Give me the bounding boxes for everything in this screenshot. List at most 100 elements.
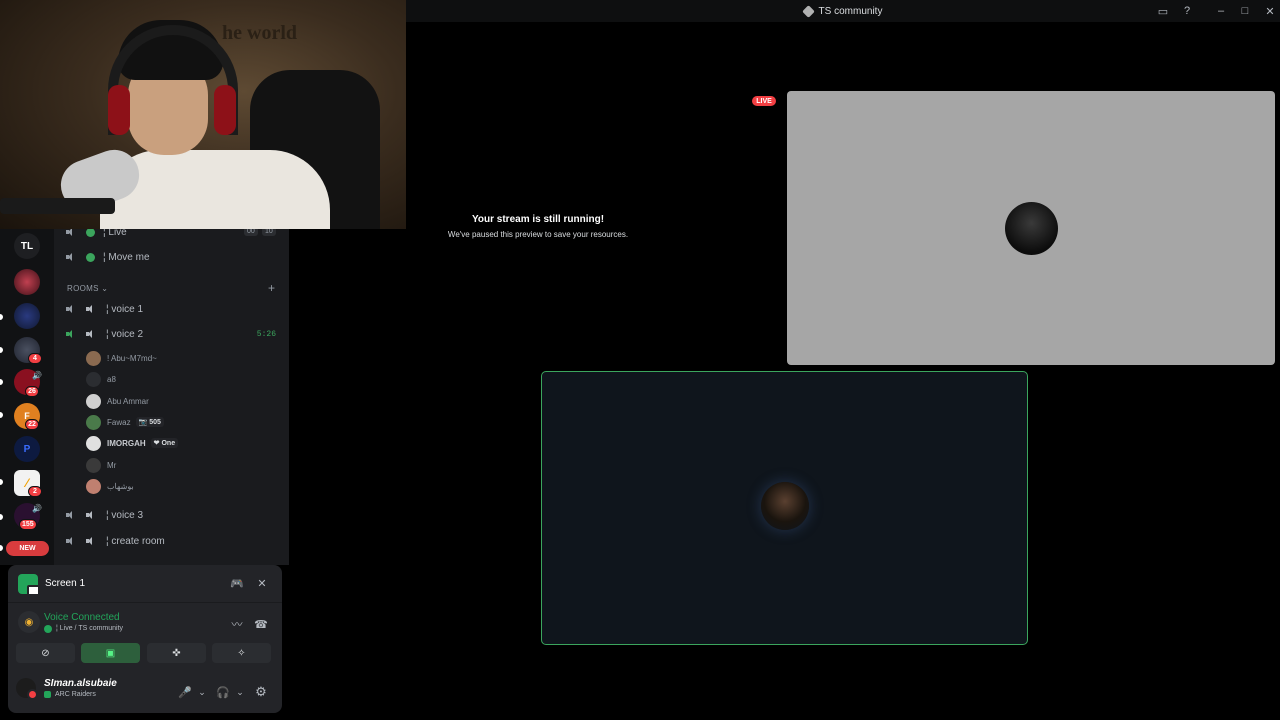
wall-text: he world — [222, 22, 297, 44]
voice-user[interactable]: ! Abu~M7md~ — [86, 350, 157, 366]
category-rooms[interactable]: ROOMS ⌄ — [67, 284, 108, 293]
mention-badge: 155 — [19, 519, 37, 530]
channel-timer: 5:26 — [256, 330, 276, 339]
server-item[interactable] — [14, 303, 40, 329]
server-label: P — [23, 443, 31, 455]
avatar — [86, 414, 101, 430]
screen-label: Screen 1 — [45, 578, 86, 589]
avatar — [86, 350, 101, 366]
avatar — [86, 371, 101, 387]
game-controller-icon[interactable]: 🎮 — [229, 575, 245, 591]
channel-live[interactable]: ¦ Live 00 10 — [66, 229, 278, 240]
noise-suppression-icon[interactable]: 〰 — [229, 616, 245, 632]
participant-tile-speaking[interactable] — [541, 371, 1028, 645]
new-pill[interactable]: NEW — [6, 541, 49, 556]
unread-pip — [0, 347, 3, 353]
voice-channel[interactable]: ¦ Live / TS community — [56, 625, 123, 632]
paused-body: We've paused this preview to save your r… — [447, 230, 629, 239]
rss-icon: ◉ — [18, 611, 40, 633]
channel-voice-1[interactable]: ¦ voice 1 — [66, 301, 143, 317]
voice-icon — [86, 304, 96, 314]
close-icon[interactable]: ✕ — [1262, 3, 1278, 19]
voice-user[interactable]: بوشهاب — [86, 478, 134, 494]
webcam-overlay: he world — [0, 0, 406, 229]
speaker-icon — [66, 229, 76, 237]
unread-pip — [0, 314, 3, 320]
unread-pip — [0, 545, 3, 551]
disconnect-icon[interactable]: ☎ — [253, 616, 269, 632]
voice-user[interactable]: a8 — [86, 371, 116, 387]
user-name: Abu Ammar — [107, 396, 149, 406]
channel-voice-2[interactable]: ¦ voice 2 — [66, 326, 143, 342]
headphone-cup-left — [108, 85, 130, 135]
stop-stream-icon[interactable]: ✕ — [254, 575, 270, 591]
speaker-icon — [66, 329, 76, 339]
voice-user[interactable]: Fawaz 📷 505 — [86, 414, 164, 430]
game-icon — [44, 691, 51, 698]
participant-tile[interactable] — [787, 91, 1275, 365]
server-tl[interactable]: TL — [14, 233, 40, 259]
voice-connected: ◉ Voice Connected ¦ Live / TS community — [18, 611, 123, 633]
window-title: TS community — [801, 4, 883, 18]
voice-speaker-icon: 🔊 — [32, 371, 42, 380]
unread-pip — [0, 479, 3, 485]
server-icon — [801, 4, 815, 18]
headphone-cup-right — [214, 85, 236, 135]
chevron-down-icon[interactable]: ⌄ — [194, 684, 210, 700]
mention-badge: 26 — [25, 386, 39, 397]
chevron-down-icon[interactable]: ⌄ — [232, 684, 248, 700]
mention-badge: 2 — [28, 486, 42, 497]
avatar — [86, 435, 101, 451]
user-tag: ❤ One — [150, 438, 179, 448]
maximize-icon[interactable]: □ — [1237, 3, 1253, 19]
screen-share-icon — [18, 573, 40, 596]
server-p[interactable]: P — [14, 436, 40, 462]
minimize-icon[interactable]: – — [1213, 3, 1229, 19]
channel-name: ¦ voice 3 — [106, 509, 144, 521]
speaker-icon — [66, 510, 76, 520]
voice-status[interactable]: Voice Connected — [44, 612, 123, 623]
user-limit: 10 — [262, 229, 276, 236]
window-title-text: TS community — [818, 5, 883, 17]
unread-pip — [0, 379, 3, 385]
user-name: Fawaz — [107, 417, 131, 427]
voice-user[interactable]: IMORGAH ❤ One — [86, 435, 179, 451]
channel-name: ¦ create room — [106, 535, 165, 547]
user-count: 00 — [244, 229, 258, 236]
avatar — [761, 482, 809, 530]
speaker-icon — [66, 252, 76, 262]
headset-icon[interactable]: 🎧 — [215, 684, 231, 700]
user-name: بوشهاب — [107, 481, 134, 491]
voice-speaker-icon: 🔊 — [32, 504, 42, 513]
channel-voice-3[interactable]: ¦ voice 3 — [66, 507, 143, 523]
server-item[interactable] — [14, 269, 40, 295]
channel-list: ¦ Live 00 10 ¦ Move me ROOMS ⌄ + ¦ voice… — [54, 229, 289, 565]
gear-icon[interactable]: ⚙ — [253, 684, 269, 700]
user-activity: ARC Raiders — [55, 691, 96, 698]
server-rail: TL 4 🔊 26 F 22 P ⁄ 2 🔊 155 NEW — [0, 229, 54, 565]
camera-off-button[interactable]: ⊘ — [16, 643, 75, 663]
status-dot — [86, 229, 95, 237]
activities-button[interactable]: ✜ — [147, 643, 206, 663]
mention-badge: 22 — [25, 419, 39, 430]
channel-move-me[interactable]: ¦ Move me — [66, 249, 150, 265]
mic-icon[interactable]: 🎤 — [177, 684, 193, 700]
current-user[interactable]: SIman.alsubaie ARC Raiders — [16, 678, 117, 700]
unread-pip — [0, 412, 3, 418]
user-tag: 📷 505 — [135, 417, 164, 427]
voice-user[interactable]: Mr — [86, 457, 116, 473]
soundboard-button[interactable]: ✧ — [212, 643, 271, 663]
paused-stream-notice: Your stream is still running! We've paus… — [418, 214, 658, 239]
add-channel-button[interactable]: + — [268, 281, 275, 295]
user-panel: Screen 1 🎮 ✕ ◉ Voice Connected ¦ Live / … — [8, 565, 282, 713]
voice-user[interactable]: Abu Ammar — [86, 393, 149, 409]
app-root: TS community ▭ ? – □ ✕ he world TL 4 🔊 2… — [0, 0, 1280, 720]
channel-name: ¦ voice 2 — [106, 328, 144, 340]
channel-name: ¦ Move me — [103, 251, 150, 263]
avatar — [86, 457, 101, 473]
inbox-icon[interactable]: ▭ — [1155, 3, 1171, 19]
mention-badge: 4 — [28, 353, 42, 364]
channel-create-room[interactable]: ¦ create room — [66, 533, 165, 549]
help-icon[interactable]: ? — [1179, 3, 1195, 19]
share-screen-button[interactable]: ▣ — [81, 643, 140, 663]
